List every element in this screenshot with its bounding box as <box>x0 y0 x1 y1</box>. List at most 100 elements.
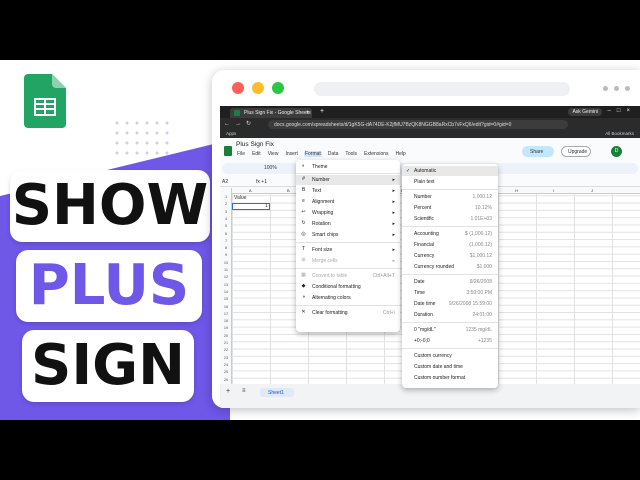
row-number[interactable]: 26 <box>220 378 232 382</box>
menu-edit[interactable]: Edit <box>251 151 262 157</box>
avatar[interactable]: D <box>611 146 622 157</box>
cell-a1[interactable]: Value <box>234 195 246 201</box>
dot-pattern <box>112 118 172 158</box>
row-number[interactable]: 11 <box>220 268 232 272</box>
row-number[interactable]: 10 <box>220 261 232 265</box>
sheet-tab-sheet1[interactable]: Sheet1 <box>260 388 294 397</box>
format-text[interactable]: B Text ▸ <box>296 186 400 196</box>
row-number[interactable]: 14 <box>220 290 232 294</box>
row-number[interactable]: 4 <box>220 217 232 221</box>
tab-close-icon[interactable]: × <box>306 110 309 116</box>
row-number[interactable]: 25 <box>220 370 232 374</box>
row-number[interactable]: 15 <box>220 297 232 301</box>
row-number[interactable]: 7 <box>220 239 232 243</box>
number-format-example: 3:59:00 PM <box>466 290 492 296</box>
number-format-item[interactable]: Percent 10.12% <box>402 203 498 213</box>
format-number[interactable]: # Number ▸ <box>296 175 400 185</box>
row-number[interactable]: 19 <box>220 326 232 330</box>
number-format-item[interactable]: Accounting $ (1,000.12) <box>402 229 498 239</box>
number-format-label: Plain text <box>414 179 435 185</box>
format-font-size-label: Font size <box>312 247 333 253</box>
row-number[interactable]: 18 <box>220 319 232 323</box>
number-format-item[interactable]: +0;-0;0 +1235 <box>402 336 498 346</box>
menu-extensions[interactable]: Extensions <box>363 151 389 157</box>
new-tab-button[interactable]: + <box>320 108 324 115</box>
row-number[interactable]: 24 <box>220 363 232 367</box>
number-format-item[interactable]: Financial (1,000.12) <box>402 240 498 250</box>
format-wrapping[interactable]: ↩ Wrapping ▸ <box>296 208 400 218</box>
number-format-item[interactable]: Number 1,000.12 <box>402 192 498 202</box>
format-font-size[interactable]: T Font size ▸ <box>296 245 400 255</box>
row-number[interactable]: 23 <box>220 356 232 360</box>
format-conditional[interactable]: ◆ Conditional formatting <box>296 282 400 292</box>
row-number[interactable]: 20 <box>220 334 232 338</box>
row-number[interactable]: 17 <box>220 312 232 316</box>
menu-help[interactable]: Help <box>395 151 407 157</box>
number-format-item[interactable]: Custom currency <box>402 351 498 361</box>
col-a[interactable]: A <box>249 188 252 193</box>
menu-data[interactable]: Data <box>327 151 340 157</box>
row-number[interactable]: 22 <box>220 348 232 352</box>
row-number[interactable]: 8 <box>220 246 232 250</box>
browser-tab[interactable]: Plus Sign Fix - Google Sheets × <box>230 108 312 118</box>
menu-format[interactable]: Format <box>303 151 322 157</box>
zoom-select[interactable]: 100% <box>264 165 277 171</box>
col-b[interactable]: B <box>287 188 290 193</box>
headline-word-show: SHOW <box>10 170 210 242</box>
formula-input[interactable]: fx +1 <box>256 179 267 185</box>
all-sheets-button[interactable]: ≡ <box>242 388 246 394</box>
format-alignment[interactable]: ≡ Alignment ▸ <box>296 197 400 207</box>
number-format-item[interactable]: ✓ Automatic <box>402 166 498 176</box>
number-format-item[interactable]: Currency rounded $1,000 <box>402 262 498 272</box>
number-format-item[interactable]: Time 3:59:00 PM <box>402 288 498 298</box>
number-format-item[interactable]: Currency $1,000.12 <box>402 251 498 261</box>
row-number[interactable]: 3 <box>220 210 232 214</box>
number-format-item[interactable]: Custom date and time <box>402 362 498 372</box>
col-j[interactable]: J <box>591 188 593 193</box>
number-format-item[interactable]: 0 "mg/dL" 1235 mg/dL <box>402 325 498 335</box>
format-smart-chips[interactable]: ◎ Smart chips ▸ <box>296 230 400 240</box>
all-bookmarks-link[interactable]: All Bookmarks <box>605 131 634 136</box>
row-number[interactable]: 13 <box>220 283 232 287</box>
apps-link[interactable]: Apps <box>226 131 236 136</box>
document-title[interactable]: Plus Sign Fix <box>236 141 274 148</box>
number-format-item[interactable]: Custom number format <box>402 373 498 383</box>
sheets-logo-icon <box>224 146 232 156</box>
omnibox[interactable]: docs.google.com/spreadsheets/d/1gK5G-dA7… <box>268 119 568 129</box>
menu-view[interactable]: View <box>267 151 280 157</box>
row-number[interactable]: 16 <box>220 305 232 309</box>
number-format-item[interactable]: Scientific 1.01E+03 <box>402 214 498 224</box>
row-number[interactable]: 6 <box>220 232 232 236</box>
ask-gemini-button[interactable]: Ask Gemini <box>568 108 602 116</box>
menu-insert[interactable]: Insert <box>284 151 299 157</box>
col-i[interactable]: I <box>553 188 554 193</box>
format-alternating[interactable]: ◑ Alternating colors <box>296 293 400 303</box>
menu-tools[interactable]: Tools <box>344 151 358 157</box>
format-rotation[interactable]: ↻ Rotation ▸ <box>296 219 400 229</box>
row-number[interactable]: 2 <box>220 202 232 206</box>
window-controls[interactable]: –□× <box>608 108 636 114</box>
format-theme[interactable]: ◐ Theme <box>296 162 400 172</box>
row-number[interactable]: 5 <box>220 224 232 228</box>
row-number[interactable]: 1 <box>220 195 232 199</box>
check-icon: ✓ <box>406 168 411 174</box>
nav-buttons-icon[interactable]: ←→↻ <box>224 120 256 127</box>
row-number[interactable]: 9 <box>220 253 232 257</box>
number-format-label: Currency <box>414 253 435 259</box>
add-sheet-button[interactable]: + <box>226 388 230 395</box>
number-format-item[interactable]: Duration 24:01:00 <box>402 310 498 320</box>
menu-bar: File Edit View Insert Format Data Tools … <box>236 151 407 157</box>
upgrade-button[interactable]: Upgrade <box>561 146 591 157</box>
row-number[interactable]: 21 <box>220 341 232 345</box>
col-h[interactable]: H <box>515 188 518 193</box>
number-format-item[interactable]: Date 9/26/2008 <box>402 277 498 287</box>
format-clear[interactable]: ✕ Clear formatting Ctrl+\ <box>296 308 400 318</box>
row-number[interactable]: 12 <box>220 275 232 279</box>
number-format-item[interactable]: Plain text <box>402 177 498 187</box>
share-button[interactable]: Share <box>522 146 554 157</box>
number-format-item[interactable]: Date time 9/26/2008 15:59:00 <box>402 299 498 309</box>
chevron-right-icon: ▸ <box>392 177 395 183</box>
name-box[interactable]: A2 <box>222 179 228 185</box>
menu-file[interactable]: File <box>236 151 246 157</box>
number-format-example: 9/26/2008 <box>469 279 492 285</box>
